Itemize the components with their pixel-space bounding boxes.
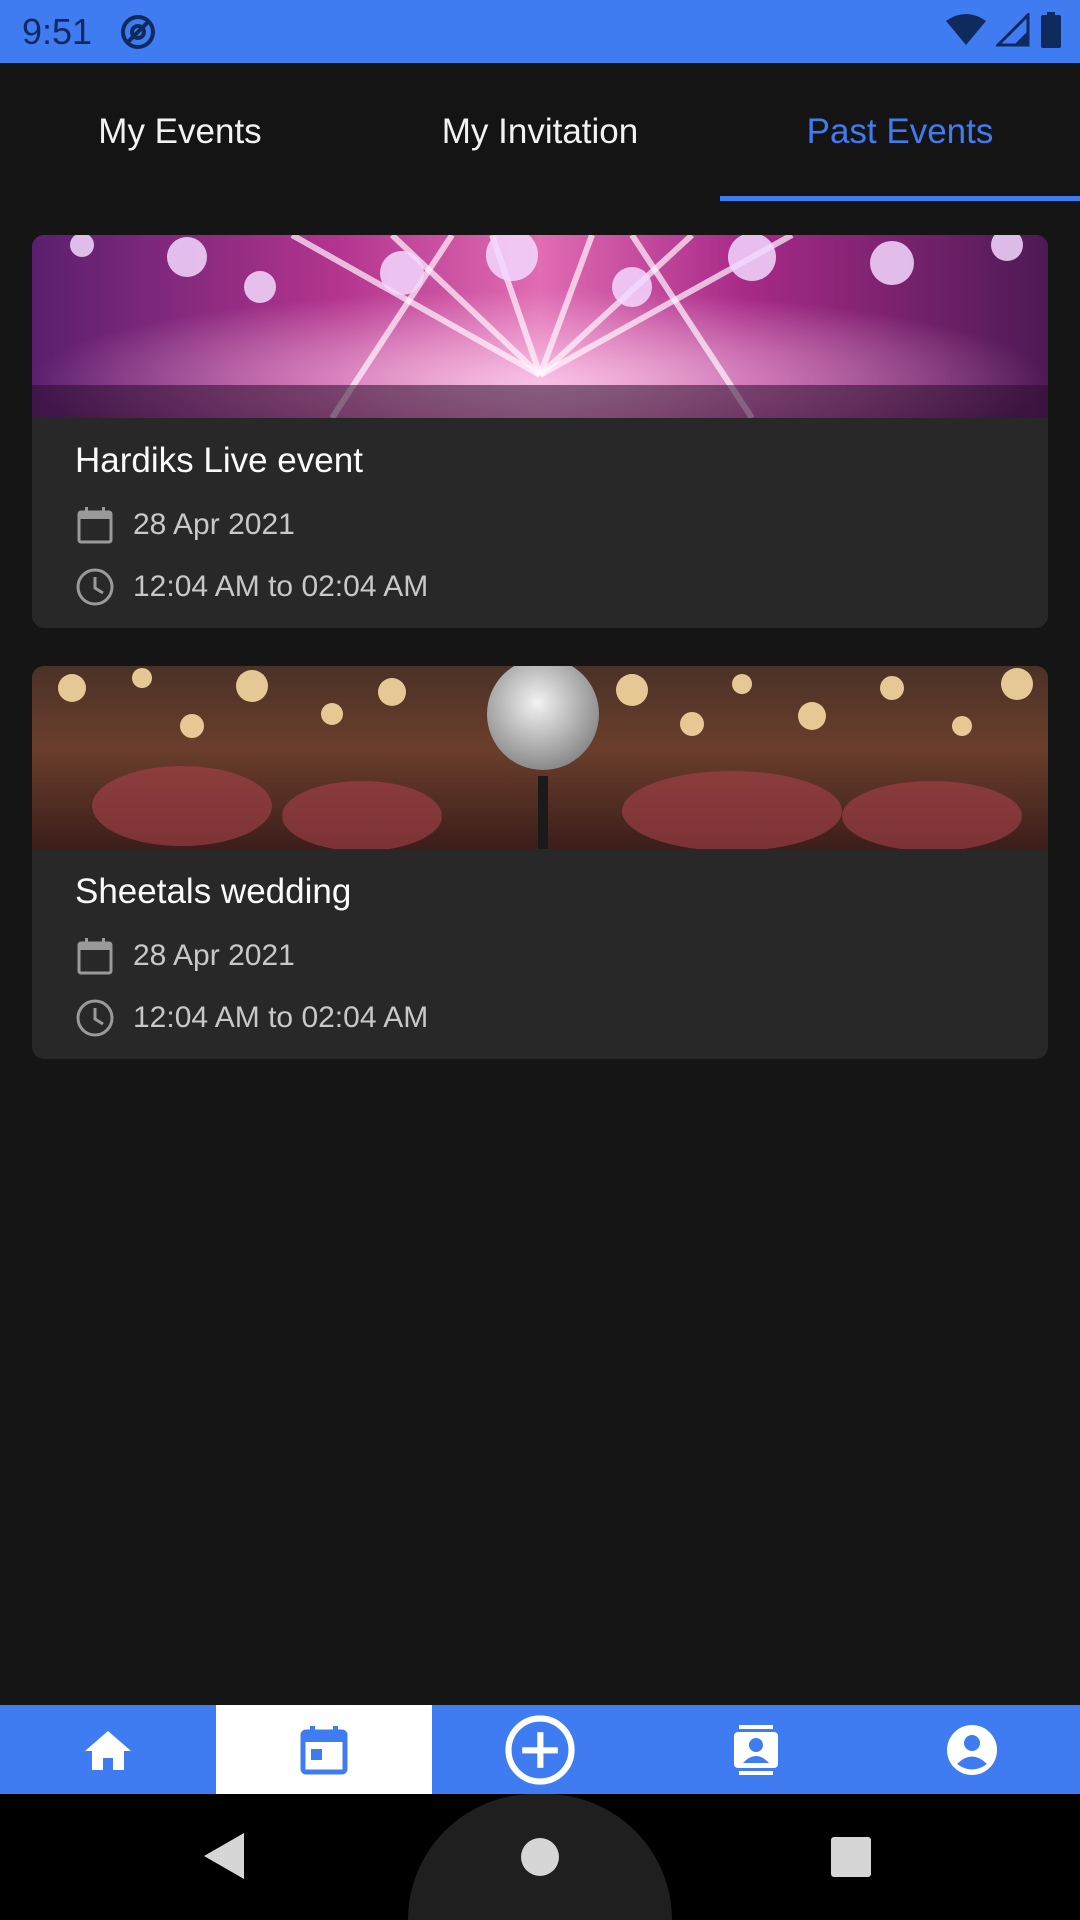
event-title: Hardiks Live event	[75, 441, 363, 480]
calendar-icon	[77, 507, 113, 544]
clock-icon	[76, 999, 114, 1037]
back-icon[interactable]	[202, 1831, 246, 1881]
event-time-row: 12:04 AM to 02:04 AM	[75, 998, 428, 1038]
event-card[interactable]: Sheetals wedding 28 Apr 2021 12:04 AM to…	[32, 666, 1048, 1059]
event-time-row: 12:04 AM to 02:04 AM	[75, 567, 428, 607]
status-time: 9:51	[22, 10, 93, 52]
event-date: 28 Apr 2021	[133, 508, 295, 541]
system-navigation-bar	[0, 1794, 1080, 1920]
tab-active-indicator	[720, 196, 1080, 201]
contacts-icon	[734, 1724, 778, 1775]
add-circle-icon	[505, 1714, 575, 1785]
wifi-icon	[946, 14, 986, 45]
bottom-navigation	[0, 1705, 1080, 1794]
tab-bar: My Events My Invitation Past Events	[0, 63, 1080, 201]
nav-profile[interactable]	[864, 1705, 1080, 1794]
tab-my-invitation[interactable]: My Invitation	[360, 63, 720, 201]
tab-past-events[interactable]: Past Events	[720, 63, 1080, 201]
event-title: Sheetals wedding	[75, 872, 352, 911]
event-time: 12:04 AM to 02:04 AM	[133, 1001, 429, 1034]
battery-icon	[1041, 12, 1061, 48]
home-icon[interactable]	[520, 1837, 560, 1877]
calendar-icon	[77, 938, 113, 975]
event-time: 12:04 AM to 02:04 AM	[133, 570, 429, 603]
event-image-microphone	[32, 666, 1048, 849]
event-card[interactable]: Hardiks Live event 28 Apr 2021 12:04 AM …	[32, 235, 1048, 628]
signal-icon	[996, 13, 1030, 47]
event-date-row: 28 Apr 2021	[75, 505, 295, 545]
nav-contacts[interactable]	[648, 1705, 864, 1794]
calendar-icon	[300, 1725, 348, 1774]
account-icon	[947, 1724, 997, 1775]
nav-add-event[interactable]	[432, 1705, 648, 1794]
home-icon	[85, 1730, 131, 1770]
nav-events[interactable]	[216, 1705, 432, 1794]
tab-my-events[interactable]: My Events	[0, 63, 360, 201]
at-sign-icon	[121, 14, 156, 49]
event-image-concert	[32, 235, 1048, 418]
event-date-row: 28 Apr 2021	[75, 936, 295, 976]
status-bar: 9:51	[0, 0, 1080, 63]
recents-icon[interactable]	[831, 1837, 871, 1877]
event-date: 28 Apr 2021	[133, 939, 295, 972]
status-icons	[946, 12, 1062, 48]
nav-home[interactable]	[0, 1705, 216, 1794]
clock-icon	[76, 568, 114, 606]
